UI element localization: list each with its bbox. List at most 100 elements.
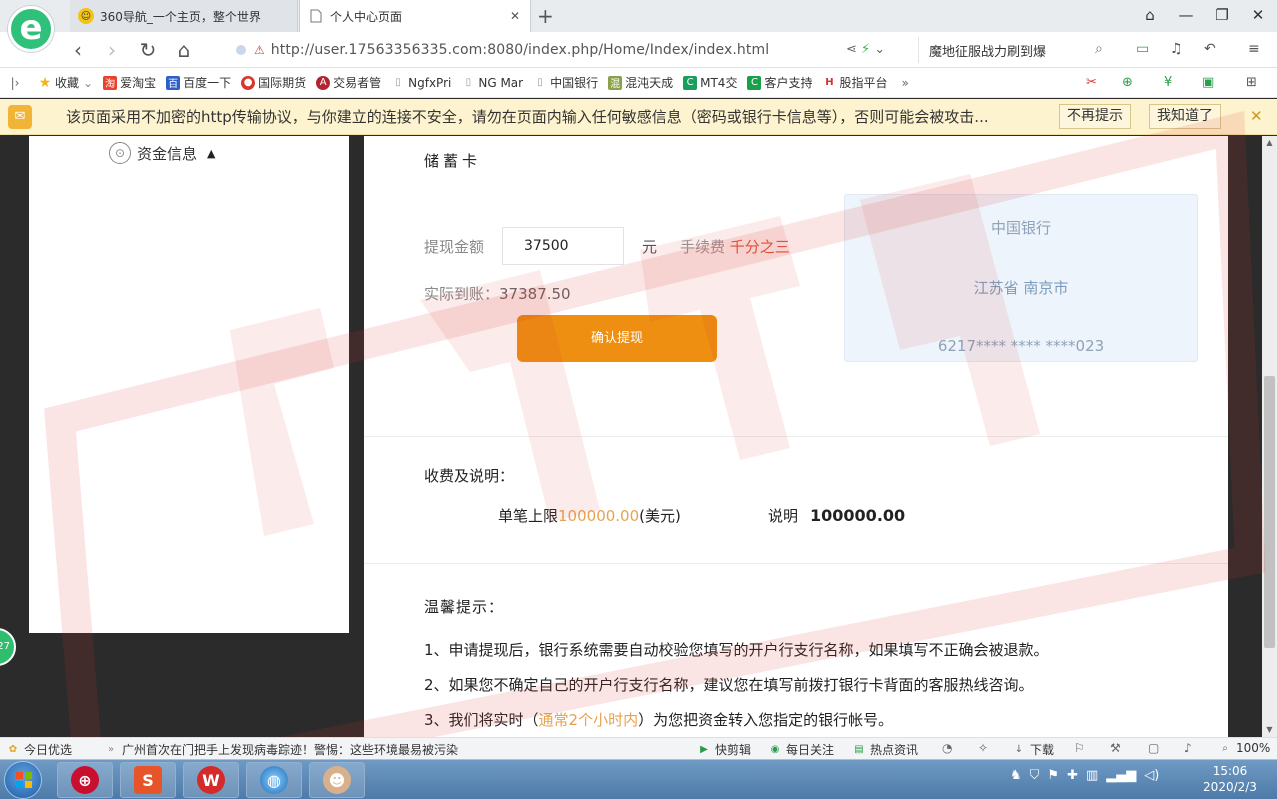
security-icon[interactable]: ✚ (1067, 768, 1078, 783)
smiley-icon: ☺ (78, 8, 94, 24)
news-ticker[interactable]: » 广州首次在门把手上发现病毒踪迹！警惕：这些环境最易被污染 (104, 741, 458, 758)
scissors-icon[interactable]: ✂ (1086, 75, 1097, 90)
limit-suffix: (美元) (639, 507, 681, 525)
qq-icon[interactable]: ♞ (1010, 768, 1022, 783)
taskbar-app[interactable]: W (183, 762, 239, 798)
money-icon[interactable]: ¥ (1164, 75, 1172, 90)
search-input[interactable]: 魔地征服战力刷到爆 (918, 37, 1118, 63)
floating-badge[interactable]: 27 (0, 628, 16, 666)
taskbar-photo-app[interactable]: ☻ (309, 762, 365, 798)
vertical-scrollbar[interactable]: ▲ ▼ (1262, 136, 1277, 737)
taskbar-browser[interactable]: ◍ (246, 762, 302, 798)
bookmark-item[interactable]: ▯ NgfxPri (391, 76, 451, 90)
bookmark-item[interactable]: ▯ NG Mar (461, 76, 524, 90)
tab-personal-center[interactable]: 个人中心页面 ✕ (299, 0, 531, 32)
insecure-icon[interactable]: ⚠ (254, 43, 265, 57)
tools-icon[interactable]: ⚒ (1110, 741, 1121, 755)
search-icon[interactable]: ⌕ (1095, 41, 1103, 57)
shield-icon[interactable]: ⛉ (1030, 768, 1040, 783)
network-icon[interactable]: ▂▄▆ (1106, 768, 1136, 783)
close-warning-icon[interactable]: ✕ (1250, 107, 1263, 125)
bookmark-item[interactable]: ▯ 中国银行 (533, 74, 598, 91)
forward-icon[interactable]: › (100, 38, 124, 62)
close-window-button[interactable]: ✕ (1248, 6, 1268, 24)
withdraw-amount-input[interactable] (502, 227, 624, 265)
volume-icon[interactable]: ◁) (1144, 768, 1159, 783)
tab-title: 个人中心页面 (330, 9, 403, 24)
daily-focus[interactable]: ◉ 每日关注 (768, 741, 834, 758)
system-clock[interactable]: 15:06 2020/2/3 (1190, 763, 1270, 795)
bookmark-item[interactable]: H 股指平台 (822, 74, 887, 91)
undo-icon[interactable]: ↶ (1204, 41, 1216, 57)
bank-city: 南京市 (1023, 279, 1069, 297)
fee-description: 说明 100000.00 (768, 505, 905, 526)
download[interactable]: ↓ 下载 (1012, 741, 1054, 758)
translate-icon[interactable]: ⊕ (1122, 75, 1133, 90)
tab-title: 360导航_一个主页，整个世界 (100, 9, 261, 24)
game-icon[interactable]: ▣ (1202, 75, 1214, 90)
bookmark-item[interactable]: C 客户支持 (747, 74, 812, 91)
headphone-icon[interactable]: ♫ (1170, 41, 1183, 57)
system-tray: ♞ ⛉ ⚑ ✚ ▥ ▂▄▆ ◁) (1010, 768, 1159, 783)
dont-show-again-button[interactable]: 不再提示 (1059, 104, 1131, 129)
tip-suffix: ）为您把资金转入您指定的银行帐号。 (638, 711, 894, 729)
bookmark-item[interactable]: C MT4交 (683, 74, 737, 91)
back-icon[interactable]: ‹ (66, 38, 90, 62)
restore-button[interactable]: ❐ (1212, 6, 1232, 24)
scroll-up-icon[interactable]: ▲ (1262, 136, 1277, 150)
window-icon[interactable]: ▢ (1148, 741, 1159, 755)
bookmark-item[interactable]: 混混沌天成 (608, 74, 673, 91)
more-bookmarks-icon[interactable]: » (901, 76, 908, 90)
url-field[interactable]: ⚠ http://user.17563356335.com:8080/index… (228, 37, 910, 63)
speaker-icon[interactable]: ♪ (1184, 741, 1192, 755)
taskbar-sogou[interactable]: S (120, 762, 176, 798)
home-icon[interactable]: ⌂ (172, 38, 196, 62)
warning-icon: ✉ (8, 104, 32, 129)
shirt-skin-icon[interactable]: ⌂ (1140, 6, 1160, 24)
scroll-thumb[interactable] (1264, 376, 1275, 648)
apps-icon[interactable]: ⊞ (1246, 75, 1257, 90)
sidebar: ⊙ 资金信息 ▲ (29, 136, 349, 633)
minimize-button[interactable]: — (1176, 6, 1196, 24)
fee-info: 手续费 千分之三 (680, 236, 790, 257)
amount-label: 提现金额 (424, 238, 485, 256)
bank-card[interactable]: 中国银行 江苏省 南京市 6217**** **** ****023 (844, 194, 1198, 362)
close-tab-icon[interactable]: ✕ (508, 9, 522, 23)
quick-clip[interactable]: ▶ 快剪辑 (697, 741, 751, 758)
bookmark-item[interactable]: A 交易者管 (316, 74, 381, 91)
got-it-button[interactable]: 我知道了 (1149, 104, 1221, 129)
mt4-icon: C (683, 75, 698, 90)
chevrons-icon: » (107, 744, 115, 755)
cleanup-icon[interactable]: ✧ (978, 741, 988, 755)
speed-icon[interactable]: ◔ (942, 741, 952, 755)
menu-icon[interactable]: ≡ (1248, 41, 1260, 57)
battery-icon[interactable]: ▭ (1136, 41, 1149, 57)
bookmark-item[interactable]: 百百度一下 (166, 74, 231, 91)
sogou-icon: S (134, 766, 162, 794)
new-tab-button[interactable]: + (537, 4, 554, 28)
refresh-icon[interactable]: ↻ (136, 38, 160, 62)
bookmark-item[interactable]: 淘爱淘宝 (103, 74, 156, 91)
news-icon: ▤ (854, 744, 864, 755)
confirm-withdraw-button[interactable]: 确认提现 (517, 315, 717, 362)
scroll-down-icon[interactable]: ▼ (1262, 723, 1277, 737)
tab-360-nav[interactable]: ☺ 360导航_一个主页，整个世界 (70, 0, 298, 32)
sidebar-toggle-icon[interactable]: |› (0, 76, 30, 90)
flag-icon[interactable]: ⚐ (1074, 741, 1085, 755)
today-picks[interactable]: ✿ 今日优选 (6, 741, 72, 758)
download-label: 下载 (1030, 743, 1055, 757)
device-icon[interactable]: ▥ (1086, 768, 1098, 783)
play-icon: ▶ (700, 744, 708, 755)
zoom-level[interactable]: ⌕ 100% (1218, 741, 1270, 755)
bookmark-item[interactable]: ● 国际期货 (241, 74, 306, 91)
start-button[interactable] (4, 761, 42, 799)
sidebar-item-fund-info[interactable]: ⊙ 资金信息 ▲ (109, 142, 215, 164)
site-info-icon[interactable] (236, 45, 246, 55)
futures-icon: ● (241, 75, 256, 90)
share-icon[interactable]: ⋖ ⚡ ⌄ (846, 42, 885, 57)
hot-news[interactable]: ▤ 热点资讯 (852, 741, 918, 758)
flag-icon[interactable]: ⚑ (1047, 768, 1059, 783)
taskbar-bank-of-china[interactable]: ⊕ (57, 762, 113, 798)
browser-logo[interactable]: e (8, 6, 54, 52)
bookmark-favorites[interactable]: ★ 收藏 ⌄ (38, 74, 93, 91)
